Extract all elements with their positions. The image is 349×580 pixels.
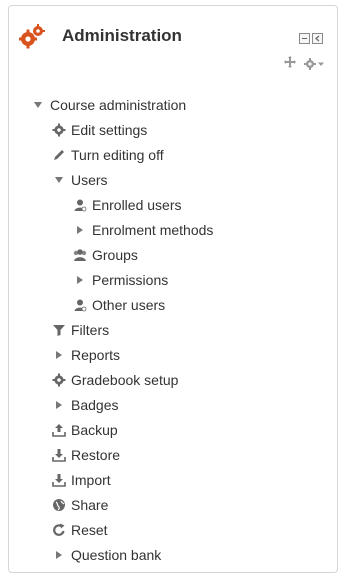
tree-item-reset[interactable]: Reset: [51, 519, 108, 541]
caret-down-icon: [51, 172, 67, 188]
globe-icon: [51, 497, 67, 513]
download-icon: [51, 447, 67, 463]
tree-item-gradebook-setup[interactable]: Gradebook setup: [51, 369, 178, 391]
chevron-down-icon: [318, 62, 324, 66]
tree-item-share[interactable]: Share: [51, 494, 108, 516]
tree-item-backup[interactable]: Backup: [51, 419, 118, 441]
tree-item-badges[interactable]: Badges: [51, 394, 118, 416]
caret-right-icon: [51, 347, 67, 363]
tree-item-question-bank[interactable]: Question bank: [51, 544, 161, 566]
tree-item-import[interactable]: Import: [51, 469, 111, 491]
caret-down-icon: [30, 97, 46, 113]
reset-icon: [51, 522, 67, 538]
caret-right-icon: [51, 397, 67, 413]
tree-item-other-users[interactable]: Other users: [72, 294, 165, 316]
tree-item-edit-settings[interactable]: Edit settings: [51, 119, 147, 141]
download-icon: [51, 472, 67, 488]
caret-right-icon: [72, 222, 88, 238]
users-icon: [72, 247, 88, 263]
user-icon: [72, 297, 88, 313]
tree-item-users[interactable]: Users: [51, 169, 108, 191]
tree-item-permissions[interactable]: Permissions: [72, 269, 168, 291]
cogs-logo-icon: [19, 24, 45, 49]
move-icon[interactable]: [284, 56, 296, 71]
tree-item-course-administration[interactable]: Course administration: [30, 94, 186, 116]
minus-icon: [302, 38, 307, 39]
tree-item-groups[interactable]: Groups: [72, 244, 138, 266]
caret-right-icon: [72, 272, 88, 288]
gear-icon: [304, 57, 316, 70]
gear-icon: [51, 122, 67, 138]
upload-icon: [51, 422, 67, 438]
block-tools: [284, 56, 324, 71]
tree-item-enrolment-methods[interactable]: Enrolment methods: [72, 219, 213, 241]
dock-button[interactable]: [312, 33, 323, 44]
block-title: Administration: [62, 26, 182, 45]
tree-item-restore[interactable]: Restore: [51, 444, 120, 466]
window-controls: [299, 33, 323, 44]
pencil-icon: [51, 147, 67, 163]
tree-item-enrolled-users[interactable]: Enrolled users: [72, 194, 182, 216]
caret-right-icon: [51, 547, 67, 563]
gear-icon: [51, 372, 67, 388]
dock-icon: [315, 35, 320, 42]
filter-icon: [51, 322, 67, 338]
minimize-button[interactable]: [299, 33, 310, 44]
tree-item-turn-editing-off[interactable]: Turn editing off: [51, 144, 164, 166]
tree-item-filters[interactable]: Filters: [51, 319, 109, 341]
actions-menu-button[interactable]: [304, 56, 324, 71]
tree-item-reports[interactable]: Reports: [51, 344, 120, 366]
user-icon: [72, 197, 88, 213]
